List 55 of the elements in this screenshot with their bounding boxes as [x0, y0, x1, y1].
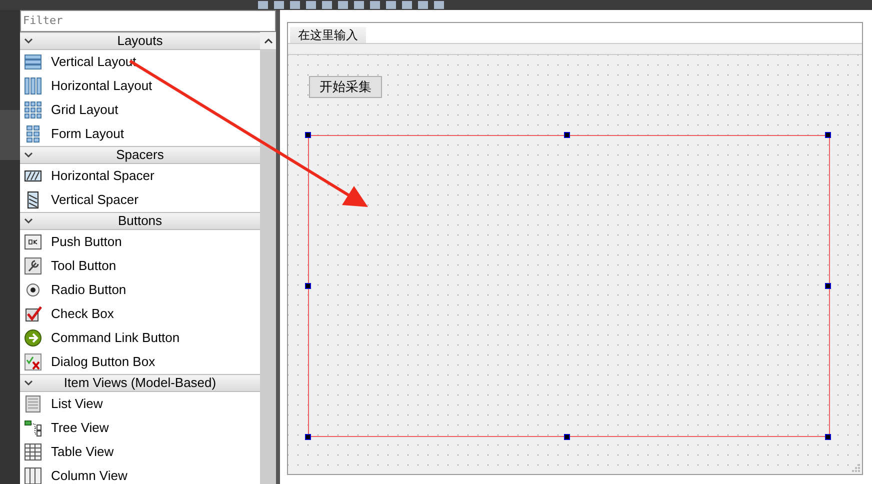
ok-button-icon [24, 233, 42, 251]
widget-list-item[interactable]: Tree View [20, 416, 260, 440]
category-header[interactable]: Spacers [20, 146, 260, 164]
resize-handle[interactable] [825, 283, 831, 289]
grid-icon [24, 101, 42, 119]
checkbox-icon [24, 305, 42, 323]
resize-handle[interactable] [305, 434, 311, 440]
form-grid-icon [24, 125, 42, 143]
menu-item[interactable]: 在这里输入 [290, 27, 366, 43]
widget-list-item[interactable]: Command Link Button [20, 326, 260, 350]
columns-icon [24, 467, 42, 484]
widget-list-item[interactable]: Check Box [20, 302, 260, 326]
resize-handle[interactable] [825, 132, 831, 138]
chevron-icon [24, 218, 33, 224]
wrench-icon [24, 257, 42, 275]
resize-handle[interactable] [305, 283, 311, 289]
radio-icon [24, 281, 42, 299]
vertical-bars-icon [24, 53, 42, 71]
widget-list-item[interactable]: Push Button [20, 230, 260, 254]
widget-list-item[interactable]: Radio Button [20, 278, 260, 302]
scroll-up-icon[interactable] [264, 38, 272, 44]
chevron-icon [24, 152, 33, 158]
layout-selection-frame[interactable] [308, 135, 830, 437]
category-title: Item Views (Model-Based) [64, 374, 216, 392]
chevron-icon [24, 380, 33, 386]
resize-handle[interactable] [564, 132, 570, 138]
columns-icon [24, 77, 42, 95]
tree-icon [24, 419, 42, 437]
resize-handle[interactable] [825, 434, 831, 440]
category-title: Layouts [117, 32, 163, 50]
widget-list-item[interactable]: Dialog Button Box [20, 350, 260, 374]
widget-list-item[interactable]: Table View [20, 440, 260, 464]
resize-handle[interactable] [564, 434, 570, 440]
widget-list-item[interactable]: Grid Layout [20, 98, 260, 122]
widget-list-item[interactable]: Horizontal Layout [20, 74, 260, 98]
widget-list-item[interactable]: Horizontal Spacer [20, 164, 260, 188]
chevron-icon [24, 38, 33, 44]
category-title: Buttons [118, 212, 162, 230]
start-button[interactable]: 开始采集 [309, 76, 382, 98]
category-header[interactable]: Buttons [20, 212, 260, 230]
scrollbar[interactable] [260, 32, 276, 484]
table-icon [24, 443, 42, 461]
resize-grip-icon[interactable] [852, 464, 860, 472]
list-icon [24, 395, 42, 413]
category-header[interactable]: Item Views (Model-Based) [20, 374, 260, 392]
widget-list-item[interactable]: Form Layout [20, 122, 260, 146]
check-cross-icon [24, 353, 42, 371]
category-title: Spacers [116, 146, 164, 164]
widget-list-item[interactable]: Tool Button [20, 254, 260, 278]
resize-handle[interactable] [305, 132, 311, 138]
widget-list-item[interactable]: List View [20, 392, 260, 416]
widget-list-item[interactable]: Vertical Spacer [20, 188, 260, 212]
category-header[interactable]: Layouts [20, 32, 260, 50]
widget-list-item[interactable]: Column View [20, 464, 260, 484]
arrow-circle-icon [24, 329, 42, 347]
